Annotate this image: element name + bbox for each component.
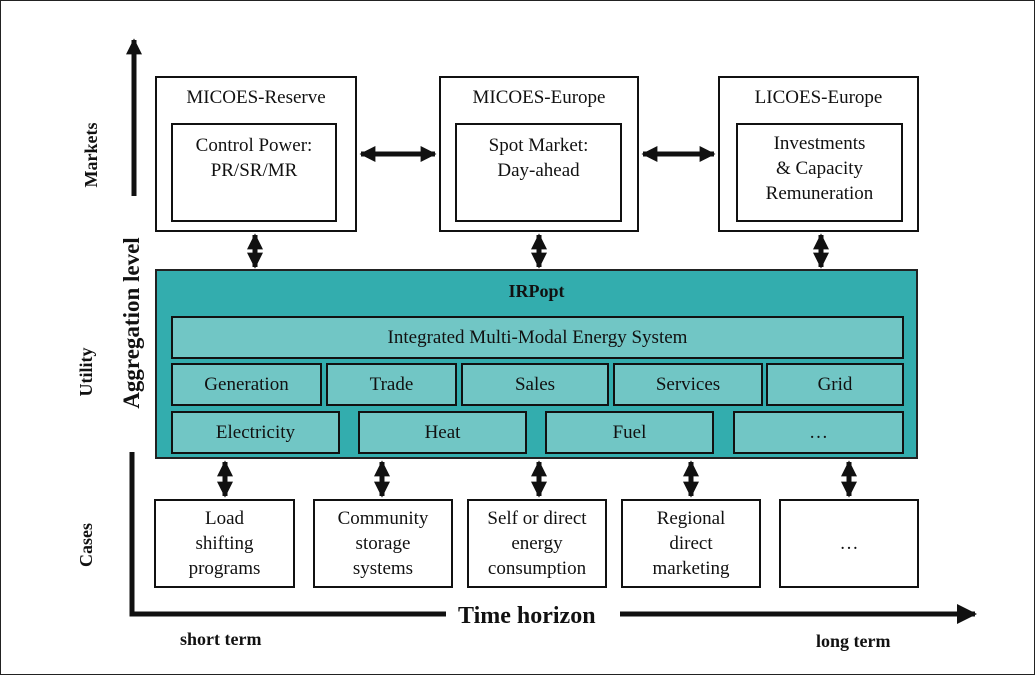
axis-corner-line [129, 452, 446, 617]
connector-layer [125, 38, 977, 624]
